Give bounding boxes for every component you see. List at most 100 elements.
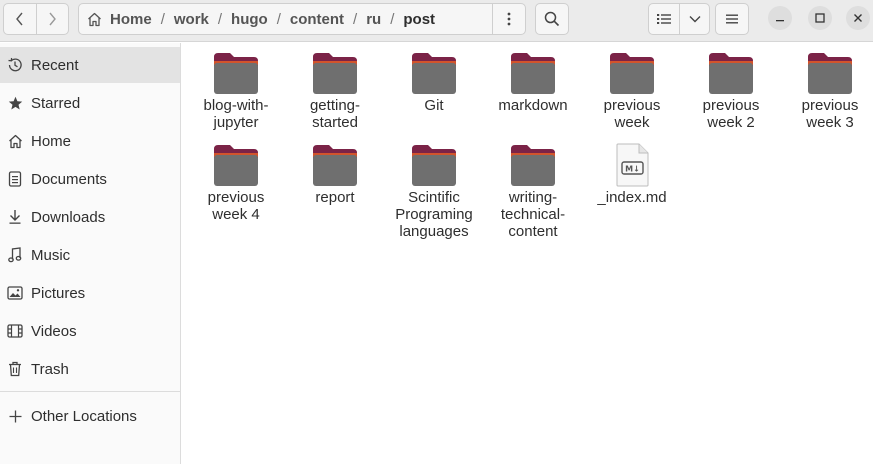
sidebar-item-videos[interactable]: Videos bbox=[0, 313, 180, 349]
chevron-down-icon bbox=[689, 15, 701, 23]
sidebar-item-label: Videos bbox=[31, 322, 77, 340]
sidebar-item-downloads[interactable]: Downloads bbox=[0, 199, 180, 235]
folder-item[interactable]: previous week 4 bbox=[188, 143, 284, 223]
sidebar-item-label: Trash bbox=[31, 360, 69, 378]
sidebar-item-trash[interactable]: Trash bbox=[0, 351, 180, 387]
maximize-icon bbox=[815, 13, 825, 23]
vertical-ellipsis-icon bbox=[507, 12, 511, 26]
svg-text:M↓: M↓ bbox=[625, 165, 640, 174]
folder-item[interactable]: markdown bbox=[485, 51, 581, 114]
back-button[interactable] bbox=[4, 4, 36, 34]
document-icon bbox=[7, 171, 23, 187]
sidebar-item-documents[interactable]: Documents bbox=[0, 161, 180, 197]
file-name: report bbox=[315, 189, 355, 206]
file-name: Scintific Programing languages bbox=[395, 189, 473, 240]
file-name: markdown bbox=[498, 97, 568, 114]
folder-icon bbox=[410, 143, 458, 187]
maximize-button[interactable] bbox=[808, 6, 832, 30]
sidebar-item-label: Starred bbox=[31, 94, 81, 112]
sidebar-divider bbox=[0, 391, 180, 392]
file-name: _index.md bbox=[597, 189, 667, 206]
sidebar-item-label: Pictures bbox=[31, 284, 86, 302]
clock-icon bbox=[7, 57, 23, 73]
home-icon bbox=[87, 12, 102, 27]
file-item[interactable]: M↓ _index.md bbox=[584, 143, 680, 206]
sidebar-item-label: Documents bbox=[31, 170, 107, 188]
hamburger-menu-icon bbox=[726, 14, 738, 24]
folder-icon bbox=[212, 51, 260, 95]
view-options bbox=[648, 3, 710, 35]
breadcrumb-separator: / bbox=[390, 10, 395, 28]
breadcrumb-post[interactable]: post bbox=[401, 11, 437, 28]
folder-item[interactable]: writing-technical-content bbox=[485, 143, 581, 240]
search-icon bbox=[544, 11, 560, 27]
folder-icon bbox=[608, 51, 656, 95]
sidebar-item-label: Other Locations bbox=[31, 407, 137, 425]
sidebar-item-pictures[interactable]: Pictures bbox=[0, 275, 180, 311]
close-icon bbox=[853, 13, 863, 23]
minimize-icon bbox=[775, 13, 785, 23]
folder-icon bbox=[806, 51, 854, 95]
film-icon bbox=[7, 323, 23, 339]
music-note-icon bbox=[7, 247, 23, 263]
file-grid: blog-with-jupyter getting-started Git ma… bbox=[182, 43, 873, 464]
folder-icon bbox=[509, 143, 557, 187]
file-name: previous week bbox=[603, 97, 661, 131]
breadcrumb-separator: / bbox=[160, 10, 165, 28]
breadcrumb-work[interactable]: work bbox=[172, 11, 211, 28]
folder-item[interactable]: previous week 2 bbox=[683, 51, 779, 131]
file-name: blog-with-jupyter bbox=[203, 97, 269, 131]
chevron-left-icon bbox=[15, 12, 25, 26]
path-bar: Home / work / hugo / content / ru / post bbox=[78, 3, 526, 35]
navigation-buttons bbox=[3, 3, 69, 35]
sidebar-item-label: Home bbox=[31, 132, 72, 150]
list-view-icon bbox=[657, 13, 672, 25]
path-menu-button[interactable] bbox=[492, 4, 525, 34]
sidebar-item-recent[interactable]: Recent bbox=[0, 47, 180, 83]
sidebar-item-starred[interactable]: Starred bbox=[0, 85, 180, 121]
forward-button[interactable] bbox=[35, 4, 69, 34]
breadcrumb-separator: / bbox=[353, 10, 358, 28]
main-menu-button[interactable] bbox=[715, 3, 749, 35]
download-icon bbox=[7, 209, 23, 225]
folder-icon bbox=[707, 51, 755, 95]
folder-icon bbox=[410, 51, 458, 95]
folder-icon bbox=[212, 143, 260, 187]
search-button[interactable] bbox=[535, 3, 569, 35]
close-button[interactable] bbox=[846, 6, 870, 30]
folder-icon bbox=[509, 51, 557, 95]
folder-icon bbox=[311, 143, 359, 187]
folder-item[interactable]: blog-with-jupyter bbox=[188, 51, 284, 131]
header-bar: Home / work / hugo / content / ru / post bbox=[0, 0, 873, 42]
sidebar-item-home[interactable]: Home bbox=[0, 123, 180, 159]
list-view-button[interactable] bbox=[649, 4, 679, 34]
sidebar-item-label: Downloads bbox=[31, 208, 106, 226]
breadcrumb-hugo[interactable]: hugo bbox=[229, 11, 270, 28]
folder-item[interactable]: Scintific Programing languages bbox=[386, 143, 482, 240]
star-icon bbox=[7, 95, 23, 111]
breadcrumb-separator: / bbox=[276, 10, 281, 28]
breadcrumb-ru[interactable]: ru bbox=[364, 11, 383, 28]
file-name: previous week 4 bbox=[207, 189, 265, 223]
breadcrumb-content[interactable]: content bbox=[288, 11, 346, 28]
picture-icon bbox=[7, 285, 23, 301]
home-icon bbox=[7, 133, 23, 149]
minimize-button[interactable] bbox=[768, 6, 792, 30]
file-name: writing-technical-content bbox=[500, 189, 566, 240]
folder-item[interactable]: Git bbox=[386, 51, 482, 114]
plus-icon bbox=[7, 408, 23, 424]
sidebar-item-music[interactable]: Music bbox=[0, 237, 180, 273]
sidebar-item-other-locations[interactable]: Other Locations bbox=[0, 398, 180, 434]
folder-item[interactable]: previous week 3 bbox=[782, 51, 873, 131]
file-name: previous week 3 bbox=[801, 97, 859, 131]
breadcrumb-home[interactable]: Home bbox=[108, 11, 154, 28]
file-name: previous week 2 bbox=[702, 97, 760, 131]
view-dropdown-button[interactable] bbox=[679, 4, 709, 34]
sidebar-item-label: Music bbox=[31, 246, 71, 264]
chevron-right-icon bbox=[47, 12, 57, 26]
folder-item[interactable]: previous week bbox=[584, 51, 680, 131]
folder-item[interactable]: getting-started bbox=[287, 51, 383, 131]
trash-icon bbox=[7, 361, 23, 377]
sidebar: Recent Starred Home Documents Downloads … bbox=[0, 43, 181, 464]
folder-item[interactable]: report bbox=[287, 143, 383, 206]
